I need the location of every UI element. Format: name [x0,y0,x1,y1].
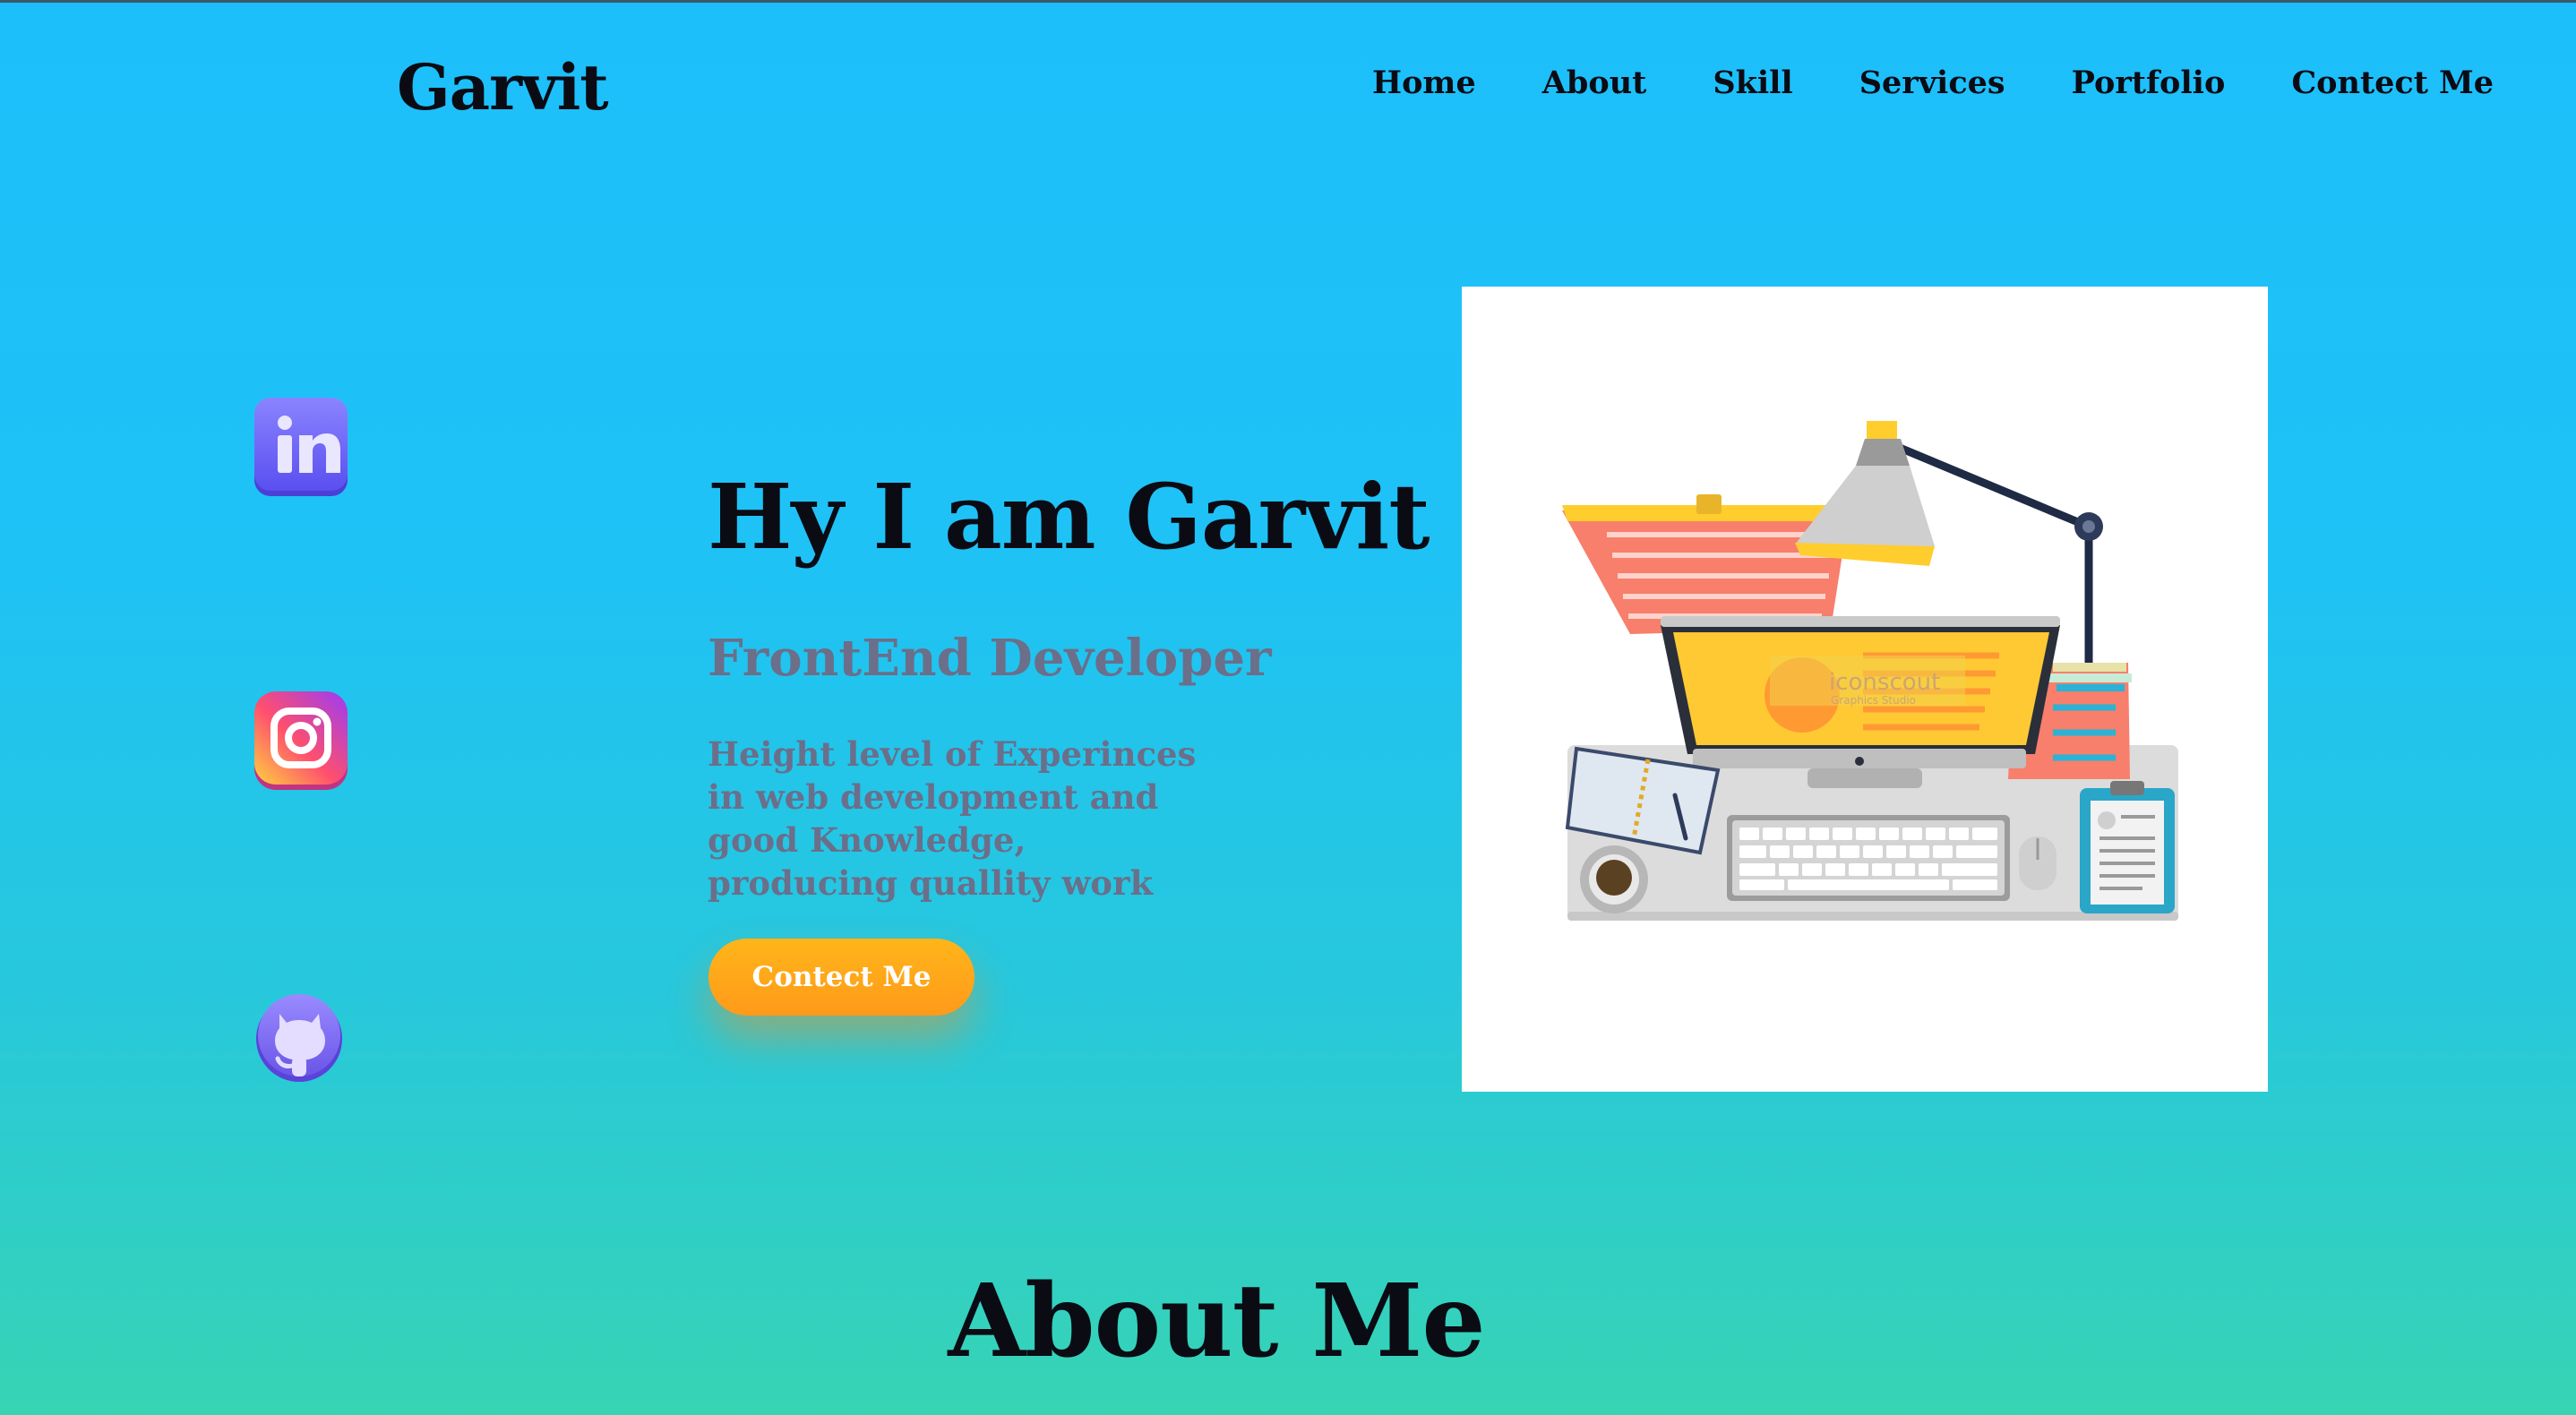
instagram-icon [253,691,349,792]
watermark-text: iconscout [1829,669,1940,696]
hero-title: Hy I am Garvit [708,464,1430,570]
hero-description: Height level of Experinces in web develo… [708,734,1197,903]
github-icon [253,987,349,1087]
contact-me-button[interactable]: Contect Me [708,939,975,1016]
nav-about[interactable]: About [1542,64,1647,101]
site-logo[interactable]: Garvit [397,50,609,124]
nav-home[interactable]: Home [1372,64,1476,101]
github-link[interactable] [253,987,349,1087]
hero-illustration: iconscout Graphics Studio [1462,287,2268,1092]
nav-services[interactable]: Services [1859,64,2005,101]
about-title: About Me [948,1263,1485,1380]
watermark-subtext: Graphics Studio [1831,694,1916,707]
hero-subtitle: FrontEnd Developer [708,629,1272,688]
linkedin-link[interactable] [253,398,349,498]
nav-contact[interactable]: Contect Me [2291,64,2494,101]
instagram-link[interactable] [253,691,349,792]
top-border [0,0,2576,3]
linkedin-icon [253,398,349,498]
nav-portfolio[interactable]: Portfolio [2072,64,2226,101]
nav-skill[interactable]: Skill [1713,64,1792,101]
main-nav: Home About Skill Services Portfolio Cont… [1372,64,2494,101]
